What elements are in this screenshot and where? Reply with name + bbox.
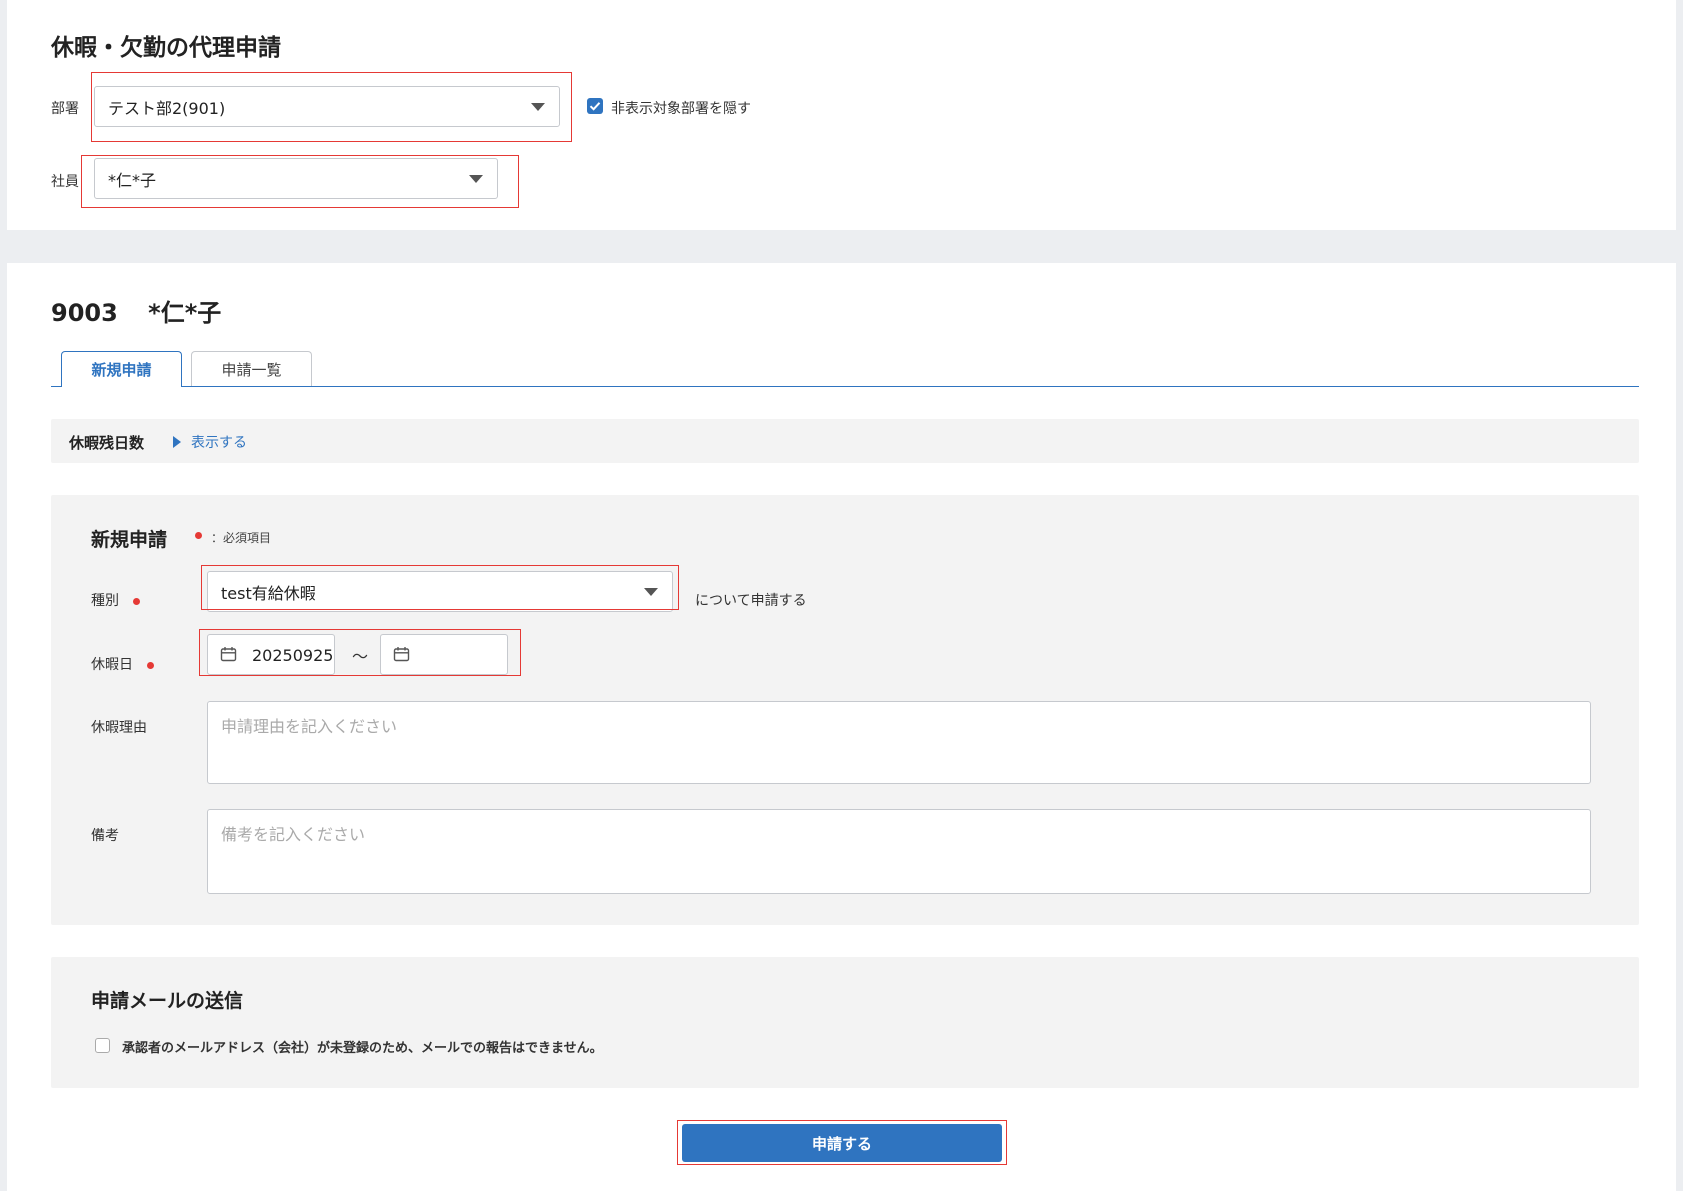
submit-button-label: 申請する <box>811 1134 872 1153</box>
type-label: 種別 <box>91 590 141 610</box>
date-separator: ～ <box>352 647 369 666</box>
type-label-text: 種別 <box>91 593 119 609</box>
main-card: 9003 *仁*子 新規申請 申請一覧 休暇残日数 表示する 新規申請 ：必須項… <box>7 263 1676 1191</box>
header-card: 休暇・欠勤の代理申請 部署 テスト部2(901) 非表示対象部署を隠す 社員 *… <box>7 0 1676 230</box>
check-icon <box>589 102 601 111</box>
reason-placeholder: 申請理由を記入ください <box>221 717 398 736</box>
note-placeholder: 備考を記入ください <box>221 825 366 844</box>
date-label: 休暇日 <box>91 654 155 674</box>
department-select-value: テスト部2(901) <box>108 98 226 118</box>
employee-select[interactable]: *仁*子 <box>94 158 498 199</box>
hide-departments-label: 非表示対象部署を隠す <box>611 101 751 117</box>
note-textarea[interactable]: 備考を記入ください <box>207 809 1591 894</box>
required-dot <box>133 597 141 605</box>
tab-application-list-label: 申請一覧 <box>221 360 282 379</box>
type-select-value: test有給休暇 <box>221 583 316 603</box>
calendar-icon <box>220 647 237 662</box>
type-select[interactable]: test有給休暇 <box>207 571 673 612</box>
date-from-value: 20250925 <box>252 646 334 665</box>
form-panel: 新規申請 ：必須項目 種別 test有給休暇 について申請する 休暇日 2025 <box>51 495 1639 925</box>
department-select[interactable]: テスト部2(901) <box>94 86 560 127</box>
note-label: 備考 <box>91 828 119 844</box>
employee-name: *仁*子 <box>148 299 222 327</box>
tab-application-list[interactable]: 申請一覧 <box>191 351 312 386</box>
mail-checkbox-label: 承認者のメールアドレス（会社）が未登録のため、メールでの報告はできません。 <box>122 1041 603 1056</box>
balance-toggle-label: 表示する <box>191 435 247 451</box>
balance-label: 休暇残日数 <box>69 434 145 452</box>
employee-select-value: *仁*子 <box>108 170 157 190</box>
date-to-input[interactable] <box>380 634 508 675</box>
required-dot <box>195 532 202 539</box>
required-note: ：必須項目 <box>211 531 272 545</box>
form-title: 新規申請 <box>91 529 168 551</box>
tab-new-application-label: 新規申請 <box>91 361 152 379</box>
required-dot <box>147 661 155 669</box>
calendar-icon <box>393 647 410 662</box>
mail-title: 申請メールの送信 <box>91 990 244 1012</box>
date-from-input[interactable]: 20250925 <box>207 634 335 675</box>
mail-panel: 申請メールの送信 承認者のメールアドレス（会社）が未登録のため、メールでの報告は… <box>51 957 1639 1088</box>
page-title: 休暇・欠勤の代理申請 <box>51 35 281 61</box>
balance-toggle[interactable]: 表示する <box>173 432 247 452</box>
employee-heading: 9003 *仁*子 <box>51 293 221 328</box>
balance-bar: 休暇残日数 表示する <box>51 419 1639 463</box>
chevron-down-icon <box>531 102 545 111</box>
reason-label: 休暇理由 <box>91 720 147 736</box>
department-label: 部署 <box>51 101 79 117</box>
chevron-down-icon <box>644 587 658 596</box>
employee-label: 社員 <box>51 174 79 190</box>
type-suffix: について申請する <box>695 593 807 609</box>
triangle-right-icon <box>173 436 181 448</box>
reason-textarea[interactable]: 申請理由を記入ください <box>207 701 1591 784</box>
chevron-down-icon <box>469 174 483 183</box>
employee-code: 9003 <box>51 299 118 327</box>
date-label-text: 休暇日 <box>91 657 133 673</box>
hide-departments-checkbox[interactable] <box>587 98 603 114</box>
submit-button[interactable]: 申請する <box>682 1124 1002 1162</box>
mail-checkbox[interactable] <box>95 1038 110 1053</box>
tab-new-application[interactable]: 新規申請 <box>61 351 182 387</box>
tab-underline <box>51 386 1639 387</box>
